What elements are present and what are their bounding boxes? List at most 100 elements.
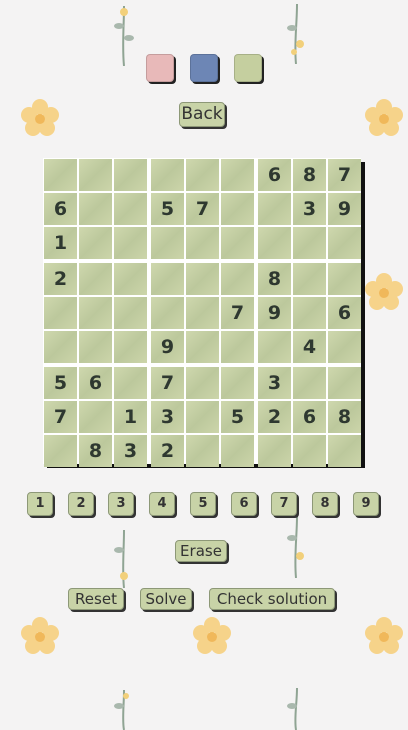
sudoku-cell-r5c5[interactable] (186, 297, 219, 329)
sudoku-cell-r7c6[interactable] (221, 367, 254, 399)
sudoku-cell-r5c3[interactable] (114, 297, 147, 329)
sudoku-cell-r5c9[interactable]: 6 (328, 297, 361, 329)
sudoku-cell-r3c8[interactable] (293, 227, 326, 259)
sudoku-cell-r4c3[interactable] (114, 263, 147, 295)
sudoku-cell-r3c9[interactable] (328, 227, 361, 259)
sudoku-cell-r7c7[interactable]: 3 (258, 367, 291, 399)
sudoku-cell-r9c1[interactable] (44, 435, 77, 467)
sudoku-cell-r8c7[interactable]: 2 (258, 401, 291, 433)
check-solution-button[interactable]: Check solution (209, 588, 335, 610)
number-8-button[interactable]: 8 (312, 492, 338, 516)
number-5-button[interactable]: 5 (190, 492, 216, 516)
sudoku-cell-r2c1[interactable]: 6 (44, 193, 77, 225)
number-2-button[interactable]: 2 (68, 492, 94, 516)
sudoku-cell-r7c3[interactable] (114, 367, 147, 399)
sudoku-cell-r6c2[interactable] (79, 331, 112, 363)
sudoku-cell-r6c9[interactable] (328, 331, 361, 363)
sudoku-cell-r8c5[interactable] (186, 401, 219, 433)
sudoku-cell-r7c2[interactable]: 6 (79, 367, 112, 399)
sudoku-cell-r7c5[interactable] (186, 367, 219, 399)
green-theme-swatch[interactable] (234, 54, 262, 82)
sudoku-cell-r8c4[interactable]: 3 (151, 401, 184, 433)
sudoku-cell-r6c4[interactable]: 9 (151, 331, 184, 363)
sudoku-cell-r2c6[interactable] (221, 193, 254, 225)
sudoku-cell-r8c1[interactable]: 7 (44, 401, 77, 433)
sudoku-cell-r5c7[interactable]: 9 (258, 297, 291, 329)
blue-theme-swatch[interactable] (190, 54, 218, 82)
sudoku-cell-r1c5[interactable] (186, 159, 219, 191)
sudoku-cell-r4c7[interactable]: 8 (258, 263, 291, 295)
sudoku-cell-r3c4[interactable] (151, 227, 184, 259)
sudoku-cell-r4c8[interactable] (293, 263, 326, 295)
sudoku-cell-r6c8[interactable]: 4 (293, 331, 326, 363)
number-1-button[interactable]: 1 (27, 492, 53, 516)
number-3-button[interactable]: 3 (108, 492, 134, 516)
sudoku-cell-r3c7[interactable] (258, 227, 291, 259)
sudoku-cell-r5c6[interactable]: 7 (221, 297, 254, 329)
sudoku-cell-r1c1[interactable] (44, 159, 77, 191)
sudoku-cell-r9c5[interactable] (186, 435, 219, 467)
sudoku-cell-r4c1[interactable]: 2 (44, 263, 77, 295)
sudoku-cell-r5c1[interactable] (44, 297, 77, 329)
theme-selector (0, 54, 408, 82)
sudoku-cell-r6c1[interactable] (44, 331, 77, 363)
sudoku-cell-r9c8[interactable] (293, 435, 326, 467)
pink-theme-swatch[interactable] (146, 54, 174, 82)
sudoku-cell-r8c2[interactable] (79, 401, 112, 433)
solve-button[interactable]: Solve (140, 588, 192, 610)
sudoku-cell-r1c9[interactable]: 7 (328, 159, 361, 191)
sudoku-cell-r1c8[interactable]: 8 (293, 159, 326, 191)
sudoku-cell-r2c2[interactable] (79, 193, 112, 225)
sudoku-cell-r4c2[interactable] (79, 263, 112, 295)
sudoku-cell-r8c6[interactable]: 5 (221, 401, 254, 433)
sudoku-cell-r1c3[interactable] (114, 159, 147, 191)
number-4-button[interactable]: 4 (149, 492, 175, 516)
sudoku-cell-r1c2[interactable] (79, 159, 112, 191)
sudoku-cell-r9c6[interactable] (221, 435, 254, 467)
sudoku-cell-r9c4[interactable]: 2 (151, 435, 184, 467)
sudoku-cell-r6c7[interactable] (258, 331, 291, 363)
sudoku-cell-r3c1[interactable]: 1 (44, 227, 77, 259)
sudoku-cell-r2c8[interactable]: 3 (293, 193, 326, 225)
sudoku-cell-r9c7[interactable] (258, 435, 291, 467)
sudoku-cell-r3c3[interactable] (114, 227, 147, 259)
sudoku-cell-r2c4[interactable]: 5 (151, 193, 184, 225)
plant-sprig-icon (287, 688, 298, 730)
sudoku-cell-r9c3[interactable]: 3 (114, 435, 147, 467)
sudoku-cell-r7c4[interactable]: 7 (151, 367, 184, 399)
sudoku-cell-r7c8[interactable] (293, 367, 326, 399)
sudoku-cell-r7c9[interactable] (328, 367, 361, 399)
erase-button[interactable]: Erase (175, 540, 227, 562)
sudoku-cell-r4c5[interactable] (186, 263, 219, 295)
sudoku-cell-r1c6[interactable] (221, 159, 254, 191)
sudoku-cell-r3c6[interactable] (221, 227, 254, 259)
sudoku-cell-r5c2[interactable] (79, 297, 112, 329)
sudoku-cell-r9c2[interactable]: 8 (79, 435, 112, 467)
sudoku-cell-r4c4[interactable] (151, 263, 184, 295)
sudoku-cell-r2c9[interactable]: 9 (328, 193, 361, 225)
sudoku-cell-r2c3[interactable] (114, 193, 147, 225)
sudoku-cell-r1c4[interactable] (151, 159, 184, 191)
sudoku-cell-r9c9[interactable] (328, 435, 361, 467)
sudoku-cell-r2c7[interactable] (258, 193, 291, 225)
sudoku-cell-r6c3[interactable] (114, 331, 147, 363)
sudoku-cell-r3c2[interactable] (79, 227, 112, 259)
reset-button[interactable]: Reset (68, 588, 124, 610)
sudoku-cell-r4c6[interactable] (221, 263, 254, 295)
sudoku-cell-r4c9[interactable] (328, 263, 361, 295)
back-button[interactable]: Back (179, 102, 225, 127)
sudoku-cell-r6c5[interactable] (186, 331, 219, 363)
number-9-button[interactable]: 9 (353, 492, 379, 516)
number-7-button[interactable]: 7 (271, 492, 297, 516)
sudoku-cell-r1c7[interactable]: 6 (258, 159, 291, 191)
sudoku-cell-r2c5[interactable]: 7 (186, 193, 219, 225)
sudoku-cell-r7c1[interactable]: 5 (44, 367, 77, 399)
sudoku-cell-r8c8[interactable]: 6 (293, 401, 326, 433)
sudoku-cell-r8c9[interactable]: 8 (328, 401, 361, 433)
sudoku-cell-r8c3[interactable]: 1 (114, 401, 147, 433)
sudoku-cell-r5c8[interactable] (293, 297, 326, 329)
sudoku-cell-r5c4[interactable] (151, 297, 184, 329)
sudoku-cell-r6c6[interactable] (221, 331, 254, 363)
number-6-button[interactable]: 6 (231, 492, 257, 516)
sudoku-cell-r3c5[interactable] (186, 227, 219, 259)
